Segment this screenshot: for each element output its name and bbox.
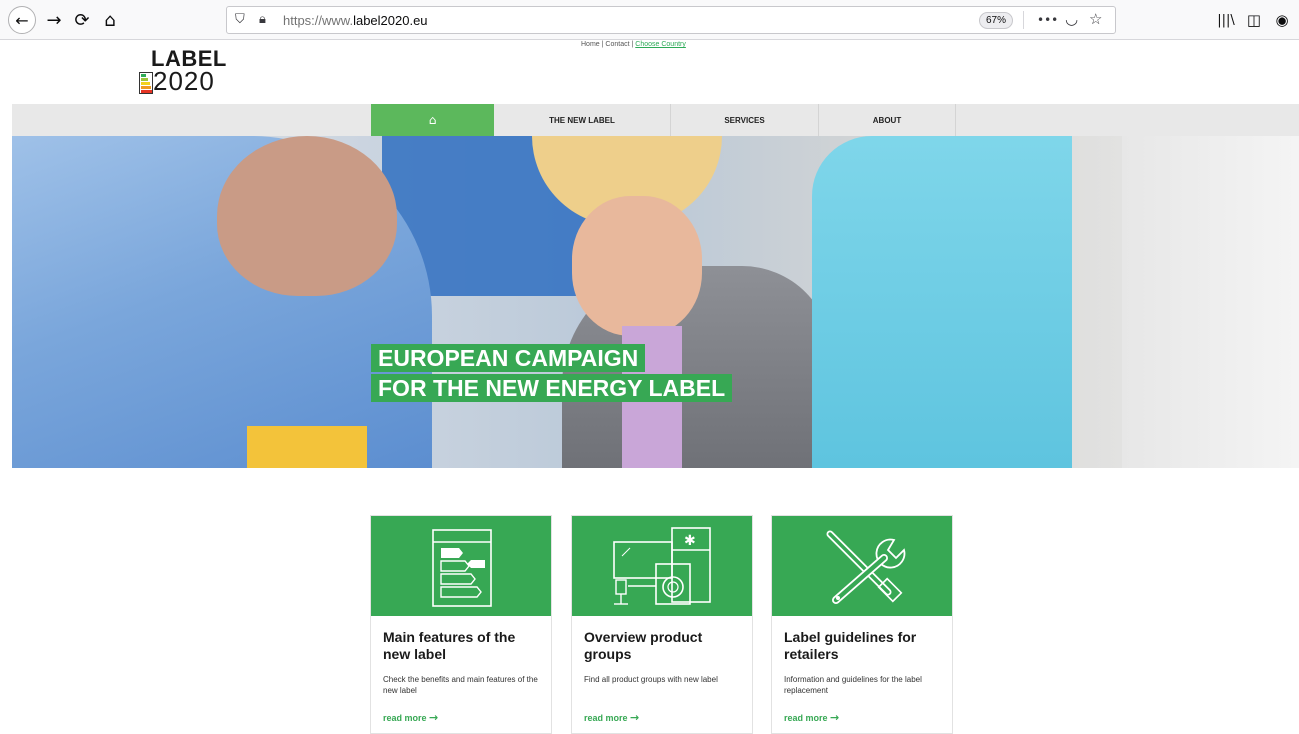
read-more-link[interactable]: read more → [383, 711, 438, 724]
forward-button[interactable]: → [42, 8, 66, 32]
card-label-guidelines[interactable]: Label guidelines for retailers Informati… [771, 515, 953, 734]
library-icon[interactable]: |||\ [1214, 8, 1238, 32]
more-actions-icon[interactable]: ••• [1037, 13, 1058, 27]
arrow-right-icon: → [830, 711, 840, 724]
card-product-groups[interactable]: ✱ Overview product groups Find all produ… [571, 515, 753, 734]
site-logo[interactable]: LABEL 2020 [137, 46, 237, 98]
card-title: Main features of the new label [383, 629, 516, 662]
url-text[interactable]: https://www.label2020.eu [283, 13, 428, 28]
arrow-right-icon: → [429, 711, 439, 724]
back-arrow-icon: ← [15, 10, 29, 30]
contact-link[interactable]: Contact [605, 41, 629, 48]
top-links: Home | Contact | Choose Country [581, 41, 686, 48]
card-description: Information and guidelines for the label… [784, 675, 922, 695]
energy-scale-icon [139, 72, 153, 94]
appliances-icon: ✱ [613, 527, 711, 605]
read-more-link[interactable]: read more → [784, 711, 839, 724]
nav-home-button[interactable]: ⌂ [371, 104, 494, 136]
link-separator: | [601, 41, 604, 48]
back-button[interactable]: ← [8, 6, 36, 34]
browser-toolbar: ← → ⟳ ⌂ ⛉ 🔒︎ https://www.label2020.eu 67… [0, 0, 1299, 40]
shield-icon[interactable]: ⛉ [235, 12, 245, 27]
zoom-level[interactable]: 67% [979, 12, 1013, 29]
bookmark-star-icon[interactable]: ☆ [1089, 10, 1102, 28]
nav-item-about[interactable]: ABOUT [819, 104, 956, 136]
forward-arrow-icon: → [46, 9, 62, 31]
logo-year: 2020 [153, 66, 215, 96]
card-image [371, 516, 551, 616]
yellow-box-shape [247, 426, 367, 468]
card-image [772, 516, 952, 616]
nav-item-the-new-label[interactable]: THE NEW LABEL [494, 104, 671, 136]
address-bar[interactable]: ⛉ 🔒︎ https://www.label2020.eu 67% ••• ◡ … [226, 6, 1116, 34]
reload-icon: ⟳ [74, 9, 90, 31]
home-link[interactable]: Home [581, 41, 600, 48]
reload-button[interactable]: ⟳ [70, 8, 94, 32]
sidebar-icon[interactable]: ◫ [1242, 8, 1266, 32]
fridges-shape [1122, 136, 1299, 468]
man-in-turquoise-shirt-shape [812, 136, 1072, 468]
url-separator [1023, 11, 1024, 29]
account-icon[interactable]: ◉ [1270, 8, 1294, 32]
energy-label-icon [432, 529, 492, 607]
pocket-icon[interactable]: ◡ [1065, 10, 1078, 28]
tools-icon [826, 530, 906, 604]
card-main-features[interactable]: Main features of the new label Check the… [370, 515, 552, 734]
hero-title-line-1: EUROPEAN CAMPAIGN [371, 344, 646, 372]
svg-text:✱: ✱ [684, 533, 696, 549]
home-icon: ⌂ [428, 113, 437, 127]
hero-banner: EUROPEAN CAMPAIGN FOR THE NEW ENERGY LAB… [12, 136, 1299, 468]
home-icon: ⌂ [104, 9, 116, 31]
read-more-link[interactable]: read more → [584, 711, 639, 724]
main-navigation: ⌂ THE NEW LABEL SERVICES ABOUT [12, 104, 1299, 136]
nav-item-services[interactable]: SERVICES [671, 104, 819, 136]
arrow-right-icon: → [630, 711, 640, 724]
card-description: Check the benefits and main features of … [383, 675, 538, 695]
choose-country-link[interactable]: Choose Country [635, 41, 686, 48]
home-button[interactable]: ⌂ [98, 8, 122, 32]
card-image: ✱ [572, 516, 752, 616]
woman-face-shape [572, 196, 702, 336]
lock-icon[interactable]: 🔒︎ [259, 12, 266, 27]
card-description: Find all product groups with new label [584, 675, 718, 684]
card-title: Label guidelines for retailers [784, 629, 917, 662]
card-title: Overview product groups [584, 629, 703, 662]
hero-title-line-2: FOR THE NEW ENERGY LABEL [371, 374, 733, 402]
bald-head-shape [217, 136, 397, 296]
link-separator: | [631, 41, 634, 48]
